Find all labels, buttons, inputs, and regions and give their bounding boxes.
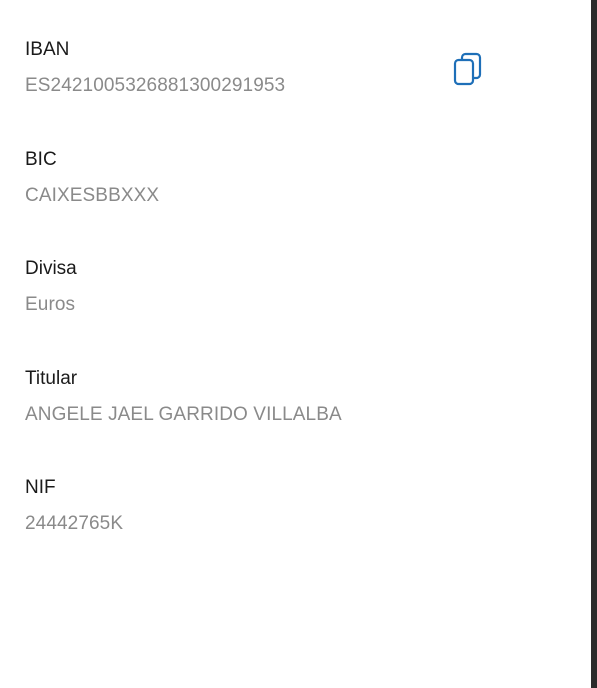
divisa-field: Divisa Euros <box>25 258 77 316</box>
nif-label: NIF <box>25 477 56 498</box>
nif-value: 24442765K <box>25 513 124 534</box>
iban-value: ES2421005326881300291953 <box>25 75 286 96</box>
bic-field: BIC CAIXESBBXXX <box>25 149 159 207</box>
bic-value: CAIXESBBXXX <box>25 185 160 206</box>
copy-iban-button[interactable] <box>448 48 490 90</box>
account-details-panel: IBAN ES2421005326881300291953 BIC CAIXES… <box>0 0 591 688</box>
divisa-value: Euros <box>25 294 76 315</box>
nif-field: NIF 24442765K <box>25 477 123 535</box>
titular-label: Titular <box>25 368 78 389</box>
titular-field: Titular ANGELE JAEL GARRIDO VILLALBA <box>25 368 342 426</box>
copy-icon <box>453 52 482 86</box>
iban-label: IBAN <box>25 39 70 60</box>
bic-label: BIC <box>25 149 57 170</box>
divisa-label: Divisa <box>25 258 77 279</box>
titular-value: ANGELE JAEL GARRIDO VILLALBA <box>25 404 342 425</box>
iban-field: IBAN ES2421005326881300291953 <box>25 39 285 97</box>
screen-edge-divider <box>591 0 597 688</box>
